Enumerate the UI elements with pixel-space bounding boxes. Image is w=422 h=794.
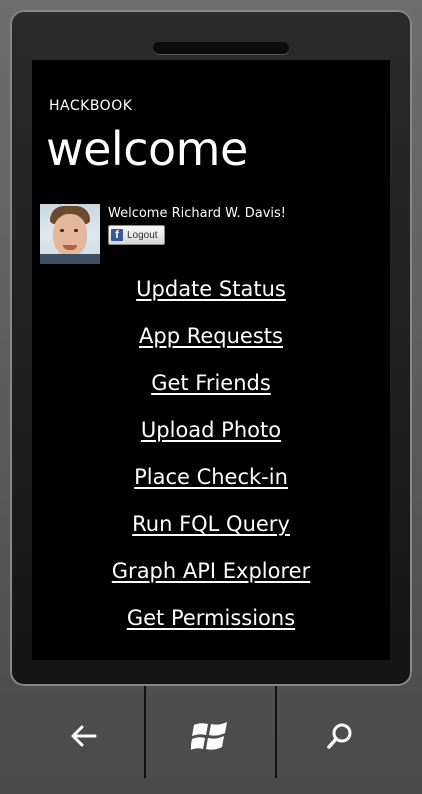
hardware-nav-bar	[0, 686, 422, 794]
get-friends-link[interactable]: Get Friends	[151, 368, 271, 415]
run-fql-query-link[interactable]: Run FQL Query	[132, 509, 290, 556]
app-requests-link[interactable]: App Requests	[139, 321, 283, 368]
page-title: welcome	[46, 122, 248, 176]
back-arrow-icon	[71, 725, 97, 747]
graph-api-explorer-link[interactable]: Graph API Explorer	[112, 556, 310, 603]
facebook-icon: f	[111, 229, 123, 241]
get-permissions-link[interactable]: Get Permissions	[127, 603, 295, 650]
windows-logo-icon	[191, 722, 227, 750]
nav-divider	[144, 686, 146, 778]
app-name: HACKBOOK	[49, 98, 133, 114]
back-button[interactable]	[54, 706, 114, 766]
avatar	[40, 204, 100, 264]
search-icon	[327, 723, 352, 749]
earpiece-speaker	[153, 42, 289, 54]
search-button[interactable]	[310, 706, 370, 766]
logout-label: Logout	[127, 229, 158, 241]
phone-screen: HACKBOOK welcome Welcome Richard W. Davi…	[32, 60, 390, 660]
action-menu: Update Status App Requests Get Friends U…	[32, 274, 390, 650]
welcome-message: Welcome Richard W. Davis!	[108, 206, 286, 221]
upload-photo-link[interactable]: Upload Photo	[141, 415, 281, 462]
update-status-link[interactable]: Update Status	[136, 274, 286, 321]
logout-button[interactable]: f Logout	[108, 225, 165, 245]
nav-divider	[275, 686, 277, 778]
place-check-in-link[interactable]: Place Check-in	[134, 462, 288, 509]
start-button[interactable]	[180, 706, 240, 766]
